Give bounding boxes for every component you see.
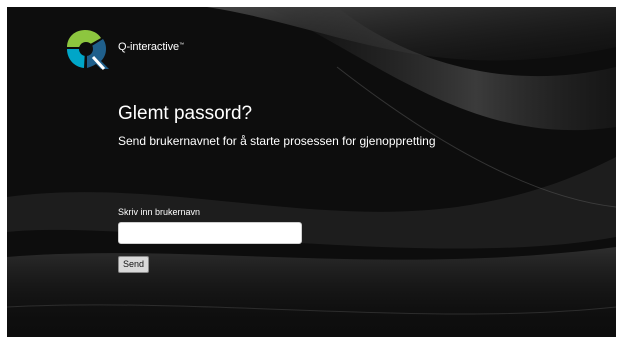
send-button[interactable]: Send — [118, 256, 150, 273]
username-input[interactable] — [118, 222, 302, 244]
brand-text: Q-interactive — [118, 41, 180, 53]
brand-name: Q-interactive™ — [118, 41, 184, 53]
page-title: Glemt passord? — [118, 103, 253, 124]
login-screen: Q-interactive™ Glemt passord? Send bruke… — [7, 7, 616, 337]
username-label: Skriv inn brukernavn — [118, 207, 201, 217]
q-logo-icon — [67, 30, 109, 71]
page-subtitle: Send brukernavnet for å starte prosessen… — [118, 134, 436, 148]
trademark-symbol: ™ — [179, 42, 184, 48]
